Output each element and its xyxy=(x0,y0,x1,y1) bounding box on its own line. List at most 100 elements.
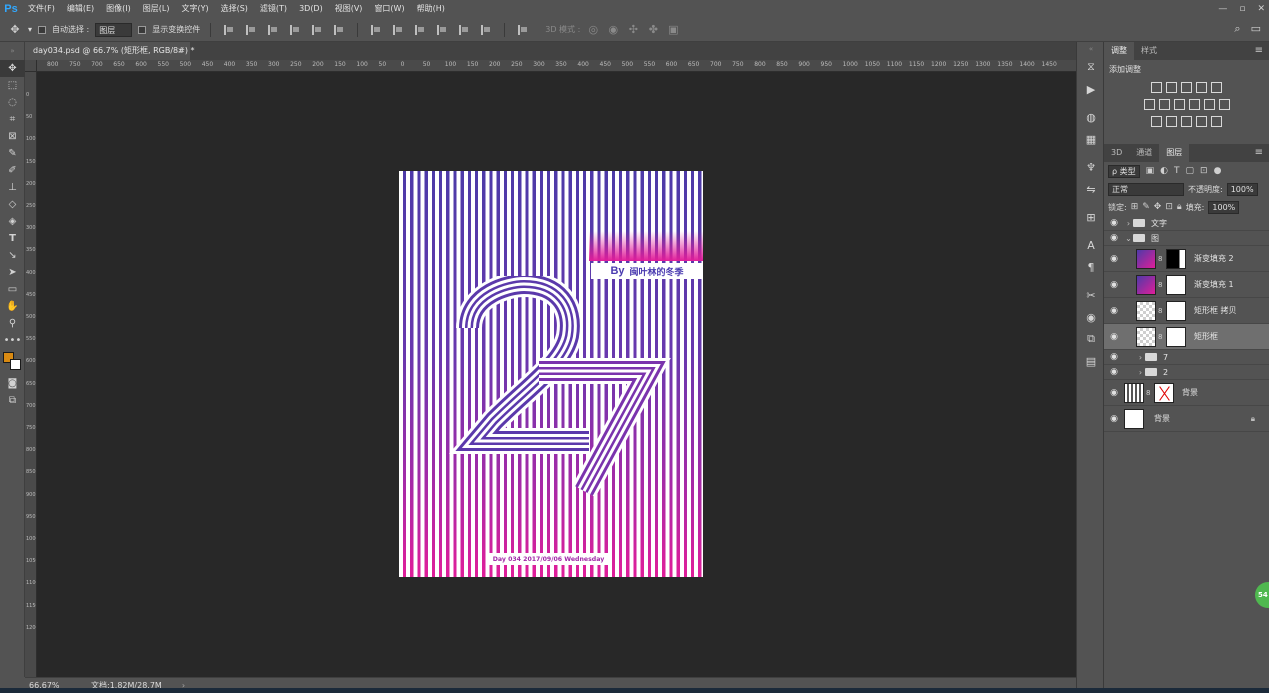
eye-icon[interactable]: ◉ xyxy=(1104,306,1124,316)
menu-layer[interactable]: 图层(L) xyxy=(137,0,176,18)
selective-color-icon[interactable] xyxy=(1211,116,1222,127)
eraser-tool-icon[interactable]: ◇ xyxy=(0,196,25,213)
lock-position-icon[interactable]: ✥ xyxy=(1154,202,1162,212)
menu-select[interactable]: 选择(S) xyxy=(215,0,254,18)
3d-rotate-icon[interactable]: ◎ xyxy=(586,23,600,36)
layer-mask-thumbnail[interactable] xyxy=(1154,382,1174,403)
auto-align-icon[interactable] xyxy=(518,24,528,35)
document-tab[interactable]: day034.psd @ 66.7% (矩形框, RGB/8#) * × xyxy=(25,42,195,60)
curves-icon[interactable] xyxy=(1181,82,1192,93)
menu-help[interactable]: 帮助(H) xyxy=(411,0,451,18)
canvas-area[interactable]: By 闽叶林的冬季 Day 034 2017/09/06 Wednesday xyxy=(37,72,1076,677)
filter-shape-icon[interactable]: ▢ xyxy=(1186,166,1195,176)
exposure-icon[interactable] xyxy=(1196,82,1207,93)
distribute-right-icon[interactable] xyxy=(481,24,491,35)
menu-3d[interactable]: 3D(D) xyxy=(293,0,329,18)
eye-icon[interactable]: ◉ xyxy=(1104,233,1124,243)
poster-artwork[interactable]: By 闽叶林的冬季 Day 034 2017/09/06 Wednesday xyxy=(399,171,703,577)
rectangle-tool-icon[interactable]: ▭ xyxy=(0,281,25,298)
color-balance-icon[interactable] xyxy=(1158,99,1170,110)
fill-input[interactable]: 100% xyxy=(1208,200,1240,214)
chevron-right-icon[interactable]: › xyxy=(1136,368,1145,377)
menu-view[interactable]: 视图(V) xyxy=(329,0,369,18)
close-button[interactable]: ✕ xyxy=(1257,4,1265,14)
vibrance-icon[interactable] xyxy=(1211,82,1222,93)
stamp-tool-icon[interactable]: ⊥ xyxy=(0,179,25,196)
eye-icon[interactable]: ◉ xyxy=(1104,280,1124,290)
info-icon[interactable]: ▤ xyxy=(1077,350,1105,372)
brightness-icon[interactable] xyxy=(1151,82,1162,93)
zoom-tool-icon[interactable]: ⚲ xyxy=(0,315,25,332)
chevron-right-icon[interactable]: › xyxy=(1136,353,1145,362)
move-tool-icon[interactable]: ✥ xyxy=(8,23,22,36)
clone-source-icon[interactable]: ⊞ xyxy=(1077,206,1105,228)
align-right-icon[interactable] xyxy=(334,24,344,35)
layer-mask-thumbnail[interactable] xyxy=(1166,326,1186,347)
tab-styles[interactable]: 样式 xyxy=(1134,42,1164,60)
layer-rectangle-copy[interactable]: ◉ 8 矩形框 拷贝 xyxy=(1104,298,1269,324)
brush-tool-icon[interactable]: ✐ xyxy=(0,162,25,179)
color-palette-icon[interactable]: ◍ xyxy=(1077,106,1105,128)
layer-rectangle[interactable]: ◉ 8 矩形框 xyxy=(1104,324,1269,350)
auto-select-dropdown[interactable]: 图层 xyxy=(95,22,133,37)
paragraph-icon[interactable]: ¶ xyxy=(1077,256,1105,278)
ruler-corner[interactable] xyxy=(25,60,37,72)
marquee-tool-icon[interactable]: ⬚ xyxy=(0,77,25,94)
menu-edit[interactable]: 编辑(E) xyxy=(61,0,100,18)
photo-filter-icon[interactable] xyxy=(1188,99,1200,110)
lock-all-icon[interactable]: 🔒︎ xyxy=(1177,202,1182,212)
eye-icon[interactable]: ◉ xyxy=(1104,254,1124,264)
more-tools-icon[interactable]: ••• xyxy=(0,332,25,349)
layer-group-7[interactable]: ◉ › 7 xyxy=(1104,350,1269,365)
notification-badge[interactable]: 54 xyxy=(1255,582,1269,608)
search-icon[interactable]: ⌕ xyxy=(1234,22,1240,36)
eye-icon[interactable]: ◉ xyxy=(1104,352,1124,362)
filter-pixel-icon[interactable]: ▣ xyxy=(1146,166,1155,176)
blend-mode-select[interactable]: 正常 xyxy=(1108,182,1184,196)
opacity-input[interactable]: 100% xyxy=(1226,182,1258,196)
minimize-button[interactable]: — xyxy=(1218,4,1227,14)
eye-icon[interactable]: ◉ xyxy=(1104,218,1124,228)
eye-icon[interactable]: ◉ xyxy=(1104,367,1124,377)
3d-pan-icon[interactable]: ✣ xyxy=(626,23,640,36)
swatches-icon[interactable]: ▦ xyxy=(1077,128,1105,150)
brush-settings-icon[interactable]: ♆ xyxy=(1077,156,1105,178)
layer-mask-thumbnail[interactable] xyxy=(1166,274,1186,295)
close-icon[interactable]: × xyxy=(177,42,184,60)
workspace-icon[interactable]: ▭ xyxy=(1251,22,1261,36)
layers-menu-icon[interactable]: ≡ xyxy=(1255,144,1263,162)
layer-background[interactable]: ◉ 背景 🔒︎ xyxy=(1104,406,1269,432)
libraries-icon[interactable]: ⧉ xyxy=(1077,328,1105,350)
posterize-icon[interactable] xyxy=(1166,116,1177,127)
layer-gradient-fill-1[interactable]: ◉ 8 渐变填充 1 xyxy=(1104,272,1269,298)
tab-adjustments[interactable]: 调整 xyxy=(1104,42,1134,60)
layer-filter-select[interactable]: ρ 类型 xyxy=(1108,164,1140,178)
layer-group-2[interactable]: ◉ › 2 xyxy=(1104,365,1269,380)
distribute-bottom-icon[interactable] xyxy=(415,24,425,35)
black-white-icon[interactable] xyxy=(1173,99,1185,110)
eyedropper-tool-icon[interactable]: ✎ xyxy=(0,145,25,162)
tab-channels[interactable]: 通道 xyxy=(1129,144,1159,162)
background-color[interactable] xyxy=(10,359,21,370)
menu-type[interactable]: 文字(Y) xyxy=(175,0,214,18)
frame-tool-icon[interactable]: ⊠ xyxy=(0,128,25,145)
distribute-vcenter-icon[interactable] xyxy=(393,24,403,35)
actions-play-icon[interactable]: ▶ xyxy=(1077,78,1105,100)
layer-mask-thumbnail[interactable] xyxy=(1166,248,1186,269)
move-tool-icon[interactable]: ✥ xyxy=(0,60,25,77)
channel-mixer-icon[interactable] xyxy=(1203,99,1215,110)
3d-roll-icon[interactable]: ◉ xyxy=(606,23,620,36)
hand-tool-icon[interactable]: ✋ xyxy=(0,298,25,315)
toolbar-collapse-icon[interactable]: » xyxy=(0,42,25,60)
layer-mask-thumbnail[interactable] xyxy=(1166,300,1186,321)
distribute-hcenter-icon[interactable] xyxy=(459,24,469,35)
menu-image[interactable]: 图像(I) xyxy=(100,0,137,18)
chevron-right-icon[interactable]: › xyxy=(1124,219,1133,228)
history-icon[interactable]: ⧖ xyxy=(1077,56,1105,78)
eye-icon[interactable]: ◉ xyxy=(1104,332,1124,342)
menu-filter[interactable]: 滤镜(T) xyxy=(254,0,293,18)
path-select-icon[interactable]: ➤ xyxy=(0,264,25,281)
layer-background-masked[interactable]: ◉ 8 背景 xyxy=(1104,380,1269,406)
type-tool-icon[interactable]: T xyxy=(0,230,25,247)
eye-icon[interactable]: ◉ xyxy=(1104,388,1124,398)
